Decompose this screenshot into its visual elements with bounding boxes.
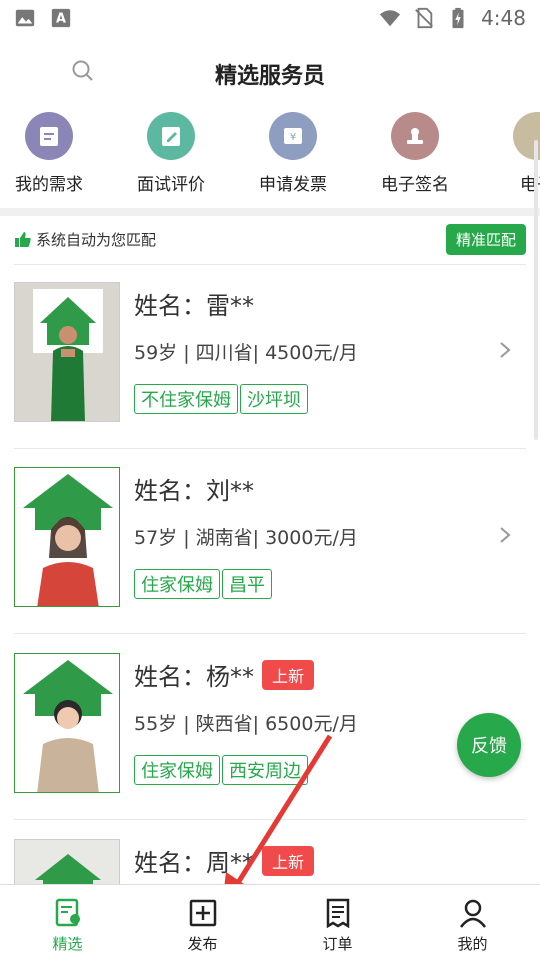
page-title: 精选服务员	[214, 64, 325, 89]
clock: 4:48	[481, 6, 526, 30]
worker-tag: 西安周边	[222, 755, 308, 785]
worker-info: 57岁 | 湖南省| 3000元/月	[134, 527, 358, 549]
stamp-icon	[391, 112, 439, 160]
text-notification-icon: A	[51, 8, 71, 28]
worker-card[interactable]: 姓名：周** 上新	[0, 821, 540, 884]
calendar-icon	[25, 112, 73, 160]
chevron-right-icon	[500, 342, 511, 358]
worker-name: 姓名：周**	[134, 849, 254, 877]
precise-match-button[interactable]: 精准匹配	[445, 223, 526, 255]
divider	[14, 819, 526, 820]
worker-card[interactable]: 姓名：刘** 57岁 | 湖南省| 3000元/月 住家保姆 昌平	[0, 449, 540, 619]
featured-icon	[55, 898, 80, 927]
svg-text:A: A	[56, 12, 66, 27]
service-my-needs[interactable]: 我的需求	[0, 112, 104, 195]
worker-tag: 不住家保姆	[134, 384, 238, 414]
scrollbar[interactable]	[534, 140, 538, 440]
service-interview-review[interactable]: 面试评价	[116, 112, 226, 195]
bottom-tab-bar: 精选 发布 订单 我的	[0, 884, 540, 960]
worker-card[interactable]: 姓名：雷** 59岁 | 四川省| 4500元/月 不住家保姆 沙坪坝	[0, 264, 540, 434]
section-divider	[0, 208, 540, 216]
worker-photo	[14, 282, 120, 422]
service-more[interactable]: 电子	[482, 112, 540, 195]
service-shortcuts: 我的需求 面试评价 ¥ 申请发票 电子签名 电子	[0, 108, 540, 208]
worker-tag: 沙坪坝	[240, 384, 308, 414]
user-icon	[459, 899, 486, 928]
status-bar: A 4:48	[0, 0, 540, 36]
svg-text:¥: ¥	[290, 132, 296, 143]
tab-mine[interactable]: 我的	[405, 885, 540, 960]
worker-card[interactable]: 姓名：杨** 上新 55岁 | 陕西省| 6500元/月 住家保姆 西安周边	[0, 635, 540, 805]
divider	[14, 633, 526, 634]
no-sim-icon	[415, 7, 433, 29]
edit-icon	[147, 112, 195, 160]
worker-name: 姓名：杨**	[134, 663, 254, 691]
add-square-icon	[189, 899, 216, 927]
tab-orders[interactable]: 订单	[270, 885, 405, 960]
worker-photo	[14, 653, 120, 793]
document-icon	[326, 898, 349, 929]
feedback-button[interactable]: 反馈	[457, 713, 521, 777]
worker-info: 55岁 | 陕西省| 6500元/月	[134, 713, 358, 735]
worker-name: 姓名：刘**	[134, 477, 254, 505]
new-badge: 上新	[262, 845, 315, 876]
tab-publish[interactable]: 发布	[135, 885, 270, 960]
thumbs-up-icon	[15, 232, 31, 247]
image-notification-icon	[15, 9, 35, 27]
match-bar: 系统自动为您匹配 精准匹配	[0, 216, 540, 262]
service-e-signature[interactable]: 电子签名	[360, 112, 470, 195]
invoice-icon: ¥	[269, 112, 317, 160]
worker-info: 59岁 | 四川省| 4500元/月	[134, 342, 358, 364]
worker-name: 姓名：雷**	[134, 292, 254, 320]
service-invoice[interactable]: ¥ 申请发票	[238, 112, 348, 195]
worker-tag: 住家保姆	[134, 569, 220, 599]
new-badge: 上新	[262, 659, 315, 690]
header: 精选服务员	[0, 36, 540, 108]
tab-featured[interactable]: 精选	[0, 885, 135, 960]
match-bar-text: 系统自动为您匹配	[36, 230, 157, 249]
worker-tag: 住家保姆	[134, 755, 220, 785]
battery-charging-icon	[452, 7, 464, 29]
worker-tag: 昌平	[222, 569, 272, 599]
wifi-icon	[379, 10, 401, 27]
chevron-right-icon	[500, 527, 511, 543]
worker-photo	[14, 467, 120, 607]
worker-photo	[14, 839, 120, 884]
